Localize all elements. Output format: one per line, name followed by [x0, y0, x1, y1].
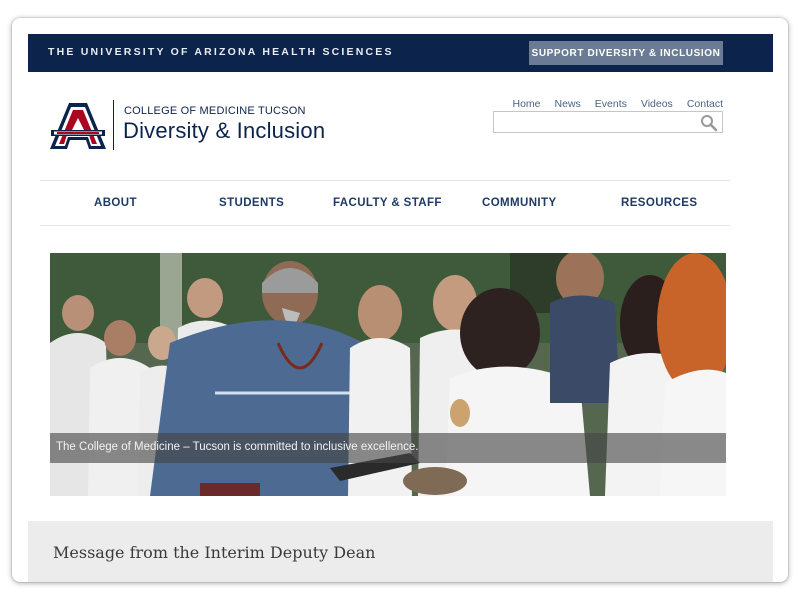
search-input[interactable] [494, 112, 694, 132]
health-sciences-link[interactable]: THE UNIVERSITY OF ARIZONA HEALTH SCIENCE… [48, 46, 394, 58]
site-title[interactable]: Diversity & Inclusion [123, 118, 325, 144]
utility-link-videos[interactable]: Videos [641, 98, 673, 110]
hero-image: The College of Medicine – Tucson is comm… [50, 253, 726, 496]
web-page: THE UNIVERSITY OF ARIZONA HEALTH SCIENCE… [28, 34, 773, 582]
utility-link-events[interactable]: Events [595, 98, 627, 110]
nav-community[interactable]: COMMUNITY [482, 181, 557, 225]
hero-caption: The College of Medicine – Tucson is comm… [56, 441, 419, 453]
search-icon[interactable] [700, 114, 718, 132]
main-nav: ABOUT STUDENTS FACULTY & STAFF COMMUNITY… [40, 180, 730, 226]
hero-caption-bar: The College of Medicine – Tucson is comm… [50, 433, 726, 463]
utility-link-news[interactable]: News [555, 98, 581, 110]
message-heading: Message from the Interim Deputy Dean [53, 543, 376, 562]
nav-resources[interactable]: RESOURCES [621, 181, 697, 225]
college-name: COLLEGE OF MEDICINE TUCSON [124, 105, 306, 117]
university-a-logo[interactable] [49, 102, 107, 150]
utility-link-contact[interactable]: Contact [687, 98, 723, 110]
health-sciences-bar: THE UNIVERSITY OF ARIZONA HEALTH SCIENCE… [28, 34, 773, 72]
utility-link-home[interactable]: Home [513, 98, 541, 110]
message-section: Message from the Interim Deputy Dean [28, 521, 773, 582]
nav-about[interactable]: ABOUT [94, 181, 137, 225]
support-diversity-button[interactable]: SUPPORT DIVERSITY & INCLUSION [529, 41, 723, 65]
logo-divider [113, 100, 114, 150]
nav-faculty-staff[interactable]: FACULTY & STAFF [333, 181, 442, 225]
browser-window: THE UNIVERSITY OF ARIZONA HEALTH SCIENCE… [12, 18, 788, 582]
utility-nav: Home News Events Videos Contact [513, 98, 724, 110]
search-box [493, 111, 723, 133]
nav-students[interactable]: STUDENTS [219, 181, 284, 225]
